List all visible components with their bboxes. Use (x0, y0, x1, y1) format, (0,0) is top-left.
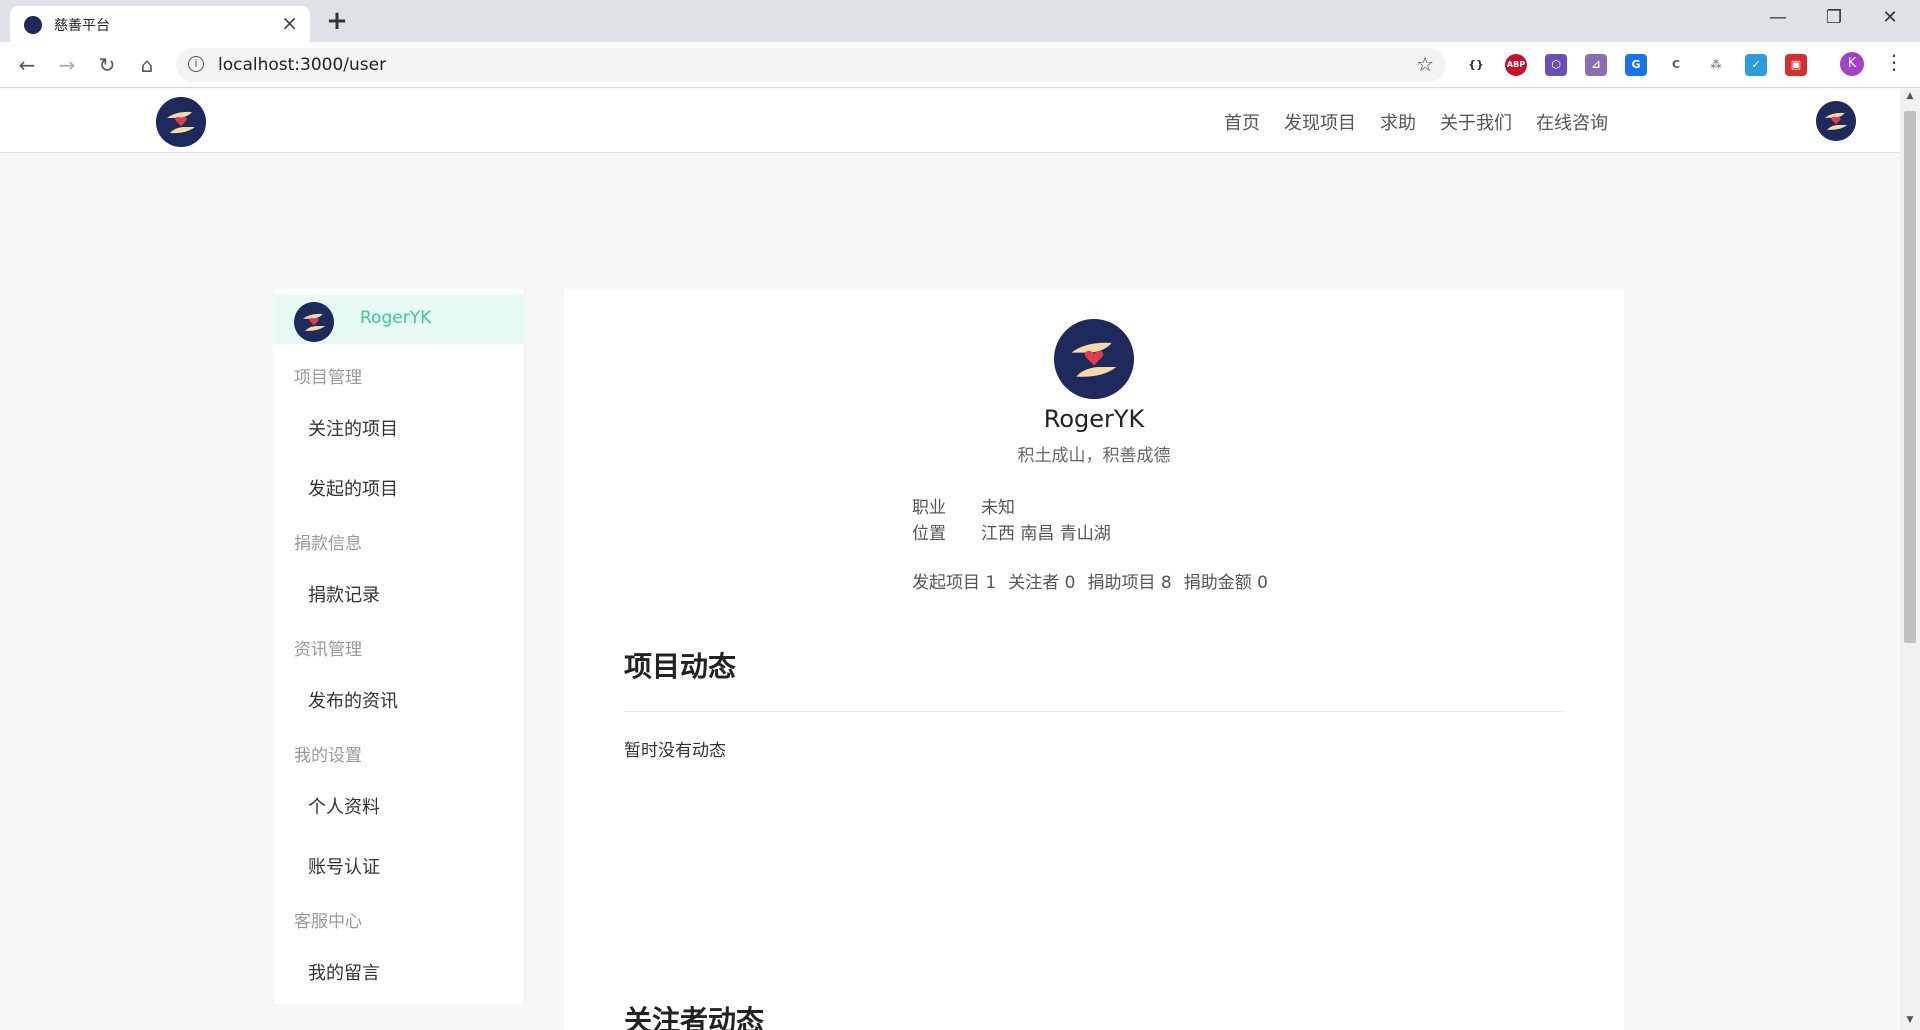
back-icon[interactable]: ← (12, 50, 42, 80)
sidebar-group-news-management: 资讯管理 (294, 640, 362, 660)
reload-icon[interactable]: ↻ (92, 50, 122, 80)
sidebar-item-donation-records[interactable]: 捐款记录 (308, 581, 380, 607)
main-nav: 首页 发现项目 求助 关于我们 在线咨询 (1224, 109, 1608, 135)
home-icon[interactable]: ⌂ (132, 50, 162, 80)
nav-about-us[interactable]: 关于我们 (1440, 109, 1512, 135)
browser-toolbar: ← → ↻ ⌂ i localhost:3000/user ☆ {} ABP ⬡ ⊿ G… (0, 42, 1920, 88)
sidebar-item-followed-projects[interactable]: 关注的项目 (308, 415, 398, 441)
profile-avatar-button[interactable]: K (1840, 52, 1864, 76)
stat-donated-projects: 捐助项目 8 (1087, 573, 1172, 593)
page-scrollbar[interactable]: ▲ ▼ (1900, 89, 1920, 1030)
site-info-icon[interactable]: i (188, 56, 204, 72)
follower-feed-title: 关注者动态 (624, 1004, 765, 1030)
browser-menu-icon[interactable]: ⋮ (1884, 50, 1904, 74)
occupation-label: 职业 (912, 498, 946, 518)
sidebar-item-my-messages[interactable]: 我的留言 (308, 959, 380, 985)
nav-seek-help[interactable]: 求助 (1380, 109, 1416, 135)
json-viewer-icon[interactable]: {} (1465, 54, 1487, 76)
sidebar-username: RogerYK (360, 308, 432, 328)
page-viewport: 首页 发现项目 求助 关于我们 在线咨询 RogerYK 项目管理 关注的项目 … (0, 89, 1900, 1030)
tree-extension-icon[interactable]: ⁂ (1705, 54, 1727, 76)
sidebar-group-donation-info: 捐款信息 (294, 534, 362, 554)
cube-extension-icon[interactable]: ⬡ (1545, 54, 1567, 76)
site-header: 首页 发现项目 求助 关于我们 在线咨询 (0, 89, 1900, 153)
address-bar[interactable]: i localhost:3000/user ☆ (176, 48, 1446, 82)
ruler-extension-icon[interactable]: ⊿ (1585, 54, 1607, 76)
tab-title: 慈善平台 (54, 18, 110, 34)
scroll-up-icon[interactable]: ▲ (1904, 91, 1916, 101)
check-extension-icon[interactable]: ✓ (1745, 54, 1767, 76)
stat-followers: 关注者 0 (1008, 573, 1076, 593)
profile-stats: 发起项目 1 关注者 0 捐助项目 8 捐助金额 0 (912, 568, 1268, 593)
user-sidebar: RogerYK 项目管理 关注的项目 发起的项目 捐款信息 捐款记录 资讯管理 … (274, 289, 525, 1004)
sidebar-user[interactable]: RogerYK (274, 294, 525, 344)
profile-card: RogerYK 积土成山，积善成德 职业 未知 位置 江西 南昌 青山湖 发起项… (564, 289, 1624, 1030)
adblock-plus-icon[interactable]: ABP (1505, 54, 1527, 76)
project-feed-title: 项目动态 (624, 650, 737, 683)
tab-close-icon[interactable]: × (281, 12, 298, 34)
site-logo-icon[interactable] (156, 97, 206, 147)
sidebar-group-project-management: 项目管理 (294, 368, 362, 388)
occupation-value: 未知 (981, 498, 1015, 518)
sidebar-item-started-projects[interactable]: 发起的项目 (308, 475, 398, 501)
browser-tabstrip: 慈善平台 × + — ❐ ✕ (0, 0, 1920, 42)
scroll-thumb[interactable] (1904, 111, 1916, 643)
translate-extension-icon[interactable]: G (1625, 54, 1647, 76)
restore-button[interactable]: ❐ (1806, 0, 1862, 36)
nav-online-consult[interactable]: 在线咨询 (1536, 109, 1608, 135)
sidebar-group-customer-service: 客服中心 (294, 912, 362, 932)
url-text[interactable]: localhost:3000/user (218, 55, 386, 75)
tab-favicon-icon (24, 16, 42, 34)
sidebar-group-my-settings: 我的设置 (294, 746, 362, 766)
nav-home[interactable]: 首页 (1224, 109, 1260, 135)
bookmark-star-icon[interactable]: ☆ (1416, 52, 1434, 76)
sidebar-item-published-news[interactable]: 发布的资讯 (308, 687, 398, 713)
new-tab-button[interactable]: + (320, 6, 354, 36)
nav-discover-projects[interactable]: 发现项目 (1284, 109, 1356, 135)
profile-avatar-icon (1054, 319, 1134, 399)
location-label: 位置 (912, 524, 946, 544)
stat-donation-amount: 捐助金额 0 (1183, 573, 1268, 593)
screenshot-extension-icon[interactable]: ▣ (1785, 54, 1807, 76)
profile-name: RogerYK (1043, 405, 1145, 433)
stat-started-projects: 发起项目 1 (912, 573, 997, 593)
browser-tab[interactable]: 慈善平台 × (10, 6, 310, 42)
scroll-down-icon[interactable]: ▼ (1904, 1015, 1916, 1025)
sidebar-item-profile[interactable]: 个人资料 (308, 793, 380, 819)
forward-icon[interactable]: → (52, 50, 82, 80)
minimize-button[interactable]: — (1750, 0, 1806, 36)
user-avatar-icon[interactable] (1816, 101, 1856, 141)
sidebar-avatar-icon (294, 302, 334, 342)
location-value: 江西 南昌 青山湖 (981, 524, 1111, 544)
sidebar-item-account-verification[interactable]: 账号认证 (308, 853, 380, 879)
css-extension-icon[interactable]: C (1665, 54, 1687, 76)
profile-motto: 积土成山，积善成德 (1017, 446, 1171, 466)
project-feed-empty: 暂时没有动态 (624, 741, 726, 761)
section-divider (624, 711, 1564, 712)
window-close-button[interactable]: ✕ (1862, 0, 1918, 36)
